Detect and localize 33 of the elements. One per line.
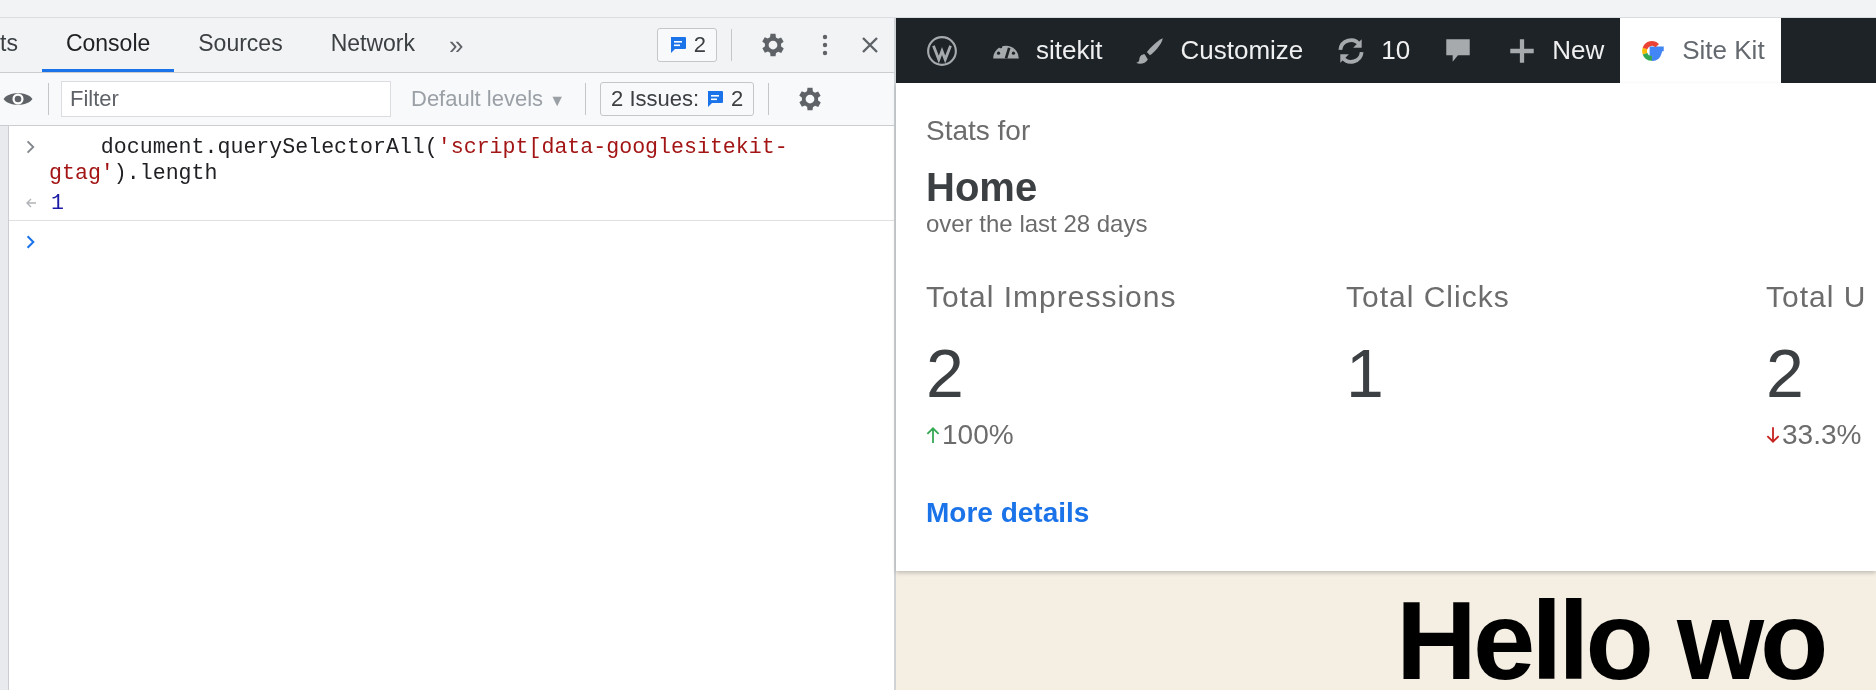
admin-bar-item[interactable]: sitekit	[974, 18, 1119, 83]
admin-bar-item[interactable]: Site Kit	[1620, 18, 1781, 83]
filter-field[interactable]: Filter	[61, 81, 391, 117]
close-icon[interactable]	[860, 35, 880, 55]
wordpress-icon	[926, 34, 958, 67]
change-percent: 100%	[942, 418, 1014, 451]
admin-bar-item[interactable]: 10	[1319, 18, 1427, 83]
metric-value: 2	[926, 336, 965, 411]
console-prompt-icon[interactable]	[25, 234, 37, 250]
input-prompt-icon	[25, 139, 37, 155]
metric-label: Total U	[1766, 280, 1868, 314]
change-percent: 33.3%	[1782, 418, 1862, 451]
metric-label: Total Impressions	[926, 280, 1178, 314]
console-result: 1	[51, 190, 64, 216]
more-tabs-button[interactable]: »	[439, 29, 474, 61]
more-options-icon[interactable]	[822, 33, 828, 57]
devtools-tab[interactable]: Sources	[174, 18, 307, 72]
page-title: Home	[926, 165, 1039, 210]
devtools-tab[interactable]: Network	[306, 18, 439, 72]
messages-badge[interactable]: 2	[656, 28, 717, 62]
stats-heading: Stats for	[926, 115, 1032, 147]
period-text: over the last 28 days	[926, 210, 1149, 238]
command-text: document.querySelectorAll('script[data-googlesitekit-gtag').length	[49, 134, 789, 186]
page-heading: Hello wo	[1396, 584, 1825, 690]
issues-button[interactable]: 2 Issues: 2	[600, 82, 755, 116]
admin-bar-item[interactable]: New	[1490, 18, 1621, 83]
devtools-tab[interactable]: ts	[0, 18, 42, 72]
metric-value: 1	[1346, 336, 1385, 411]
admin-bar-item[interactable]: Customize	[1118, 18, 1320, 83]
message-icon	[705, 89, 726, 109]
more-details-link[interactable]: More details	[926, 496, 1090, 529]
metric-label: Total Clicks	[1346, 280, 1511, 314]
metric-value: 2	[1766, 336, 1805, 411]
